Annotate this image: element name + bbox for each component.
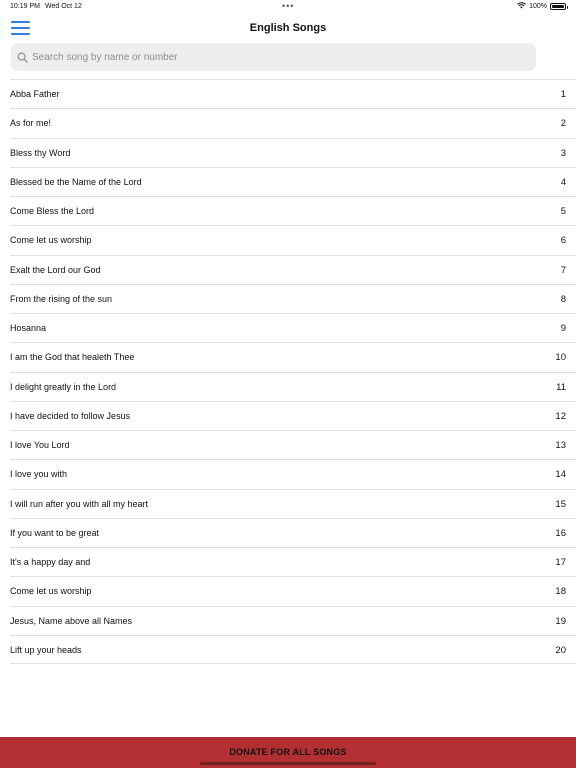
song-title: I will run after you with all my heart [10,498,149,509]
song-row[interactable]: I am the God that healeth Thee 10 [10,342,576,371]
song-number: 19 [555,615,566,627]
song-row[interactable]: Come Bless the Lord 5 [10,196,576,225]
status-indicators: 100% [517,2,568,11]
song-row[interactable]: Jesus, Name above all Names 19 [10,605,576,635]
song-number: 5 [560,206,566,217]
song-title: Exalt the Lord our God [10,264,101,275]
song-row[interactable]: I delight greatly in the Lord 11 [10,371,576,401]
song-number: 17 [555,557,566,568]
navigation-bar: English Songs [0,14,576,42]
song-number: 2 [560,118,566,130]
song-number: 15 [555,498,566,510]
song-row[interactable]: I have decided to follow Jesus 12 [10,400,576,430]
page-title: English Songs [249,22,327,34]
song-title: I have decided to follow Jesus [10,410,131,421]
song-title: I love You Lord [10,440,70,450]
song-title: If you want to be great [10,527,100,538]
song-number: 11 [556,381,566,393]
song-number: 8 [560,293,566,305]
wifi-icon [517,2,526,11]
song-number: 10 [555,352,566,364]
song-title: I am the God that healeth Thee [10,352,135,363]
song-list: Abba Father 1 As for me! 2 Bless thy Word 3 Bl… [0,79,576,664]
song-number: 3 [560,147,566,159]
multitasking-dots[interactable]: ••• [282,1,294,11]
song-row[interactable]: It's a happy day and 17 [10,547,576,576]
song-title: Lift up your heads [10,644,82,655]
song-title: Bless thy Word [10,147,71,158]
battery-icon [550,3,568,10]
song-row[interactable]: I will run after you with all my heart 15 [10,488,576,518]
song-number: 16 [555,527,566,539]
song-number: 18 [555,586,566,598]
song-row[interactable]: Blessed be the Name of the Lord 4 [10,166,576,196]
battery-percent: 100% [529,3,547,10]
song-row[interactable]: Exalt the Lord our God 7 [10,254,576,284]
song-row[interactable]: I love You Lord 13 [10,430,576,459]
song-row[interactable]: Hosanna 9 [10,313,576,342]
song-number: 6 [560,235,566,247]
status-time: 10:19 PM [10,3,40,10]
song-title: As for me! [10,118,52,129]
song-title: Jesus, Name above all Names [10,615,133,626]
song-title: Hosanna [10,323,47,333]
song-row[interactable]: If you want to be great 16 [10,517,576,547]
song-title: Abba Father [10,89,60,99]
song-title: I love you with [10,469,68,480]
status-bar: 10:19 PM Wed Oct 12 ••• 100% [0,0,576,14]
donate-button[interactable]: DONATE FOR ALL SONGS [0,737,576,768]
song-title: Come let us worship [10,586,92,597]
search-icon [17,52,28,63]
song-title: Come Bless the Lord [10,206,95,216]
song-title: Come let us worship [10,235,92,246]
song-title: It's a happy day and [10,557,91,567]
song-row[interactable]: From the rising of the sun 8 [10,283,576,313]
song-number: 13 [555,440,566,451]
song-number: 1 [560,89,566,100]
song-row[interactable]: Come let us worship 6 [10,225,576,254]
song-number: 9 [560,323,566,334]
song-number: 12 [555,410,566,422]
song-number: 20 [555,644,566,656]
search-bar[interactable] [11,43,536,71]
song-title: Blessed be the Name of the Lord [10,176,142,187]
song-number: 7 [560,264,566,276]
song-row[interactable]: Lift up your heads 20 [10,634,576,664]
song-row[interactable]: Bless thy Word 3 [10,137,576,167]
song-number: 14 [555,469,566,481]
song-row[interactable]: Abba Father 1 [10,79,576,108]
song-row[interactable]: Come let us worship 18 [10,576,576,605]
song-row[interactable]: As for me! 2 [10,108,576,137]
home-indicator[interactable] [200,762,376,765]
battery-level [552,5,564,8]
song-title: I delight greatly in the Lord [10,381,117,392]
search-input[interactable] [32,51,512,63]
status-date: Wed Oct 12 [45,3,82,10]
song-title: From the rising of the sun [10,293,113,304]
song-number: 4 [560,176,566,188]
song-row[interactable]: I love you with 14 [10,459,576,488]
